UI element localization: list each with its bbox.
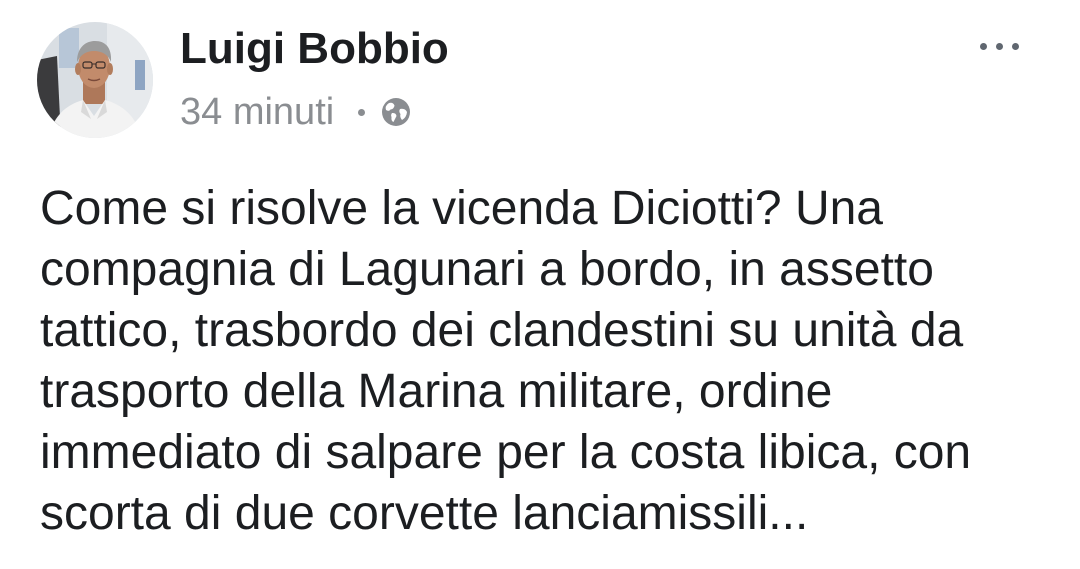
post-timestamp[interactable]: 34 minuti	[180, 90, 334, 134]
avatar-photo	[37, 22, 153, 138]
globe-icon	[381, 97, 411, 127]
separator-dot	[358, 108, 366, 116]
dot	[995, 42, 1003, 50]
dot	[979, 42, 987, 50]
post-card: Luigi Bobbio 34 minuti Come si risolve l…	[0, 0, 1080, 569]
post-text-line: scorta di due corvette lanciamissili...	[40, 487, 809, 540]
dot	[1011, 42, 1019, 50]
post-text-line: trasporto della Marina militare, ordine	[40, 365, 833, 418]
post-text-line: Come si risolve la vicenda Diciotti? Una	[40, 182, 883, 235]
post-meta: 34 minuti	[180, 90, 411, 134]
post-text-line: tattico, trasbordo dei clandestini su un…	[40, 304, 964, 357]
more-options-icon	[979, 42, 1019, 50]
post-text-line: immediato di salpare per la costa libica…	[40, 426, 972, 479]
post-text: Come si risolve la vicenda Diciotti? Una…	[40, 178, 1060, 544]
post-text-line: compagnia di Lagunari a bordo, in assett…	[40, 243, 934, 296]
avatar[interactable]	[37, 22, 153, 138]
more-options-button[interactable]	[972, 34, 1026, 58]
author-name[interactable]: Luigi Bobbio	[180, 23, 449, 75]
